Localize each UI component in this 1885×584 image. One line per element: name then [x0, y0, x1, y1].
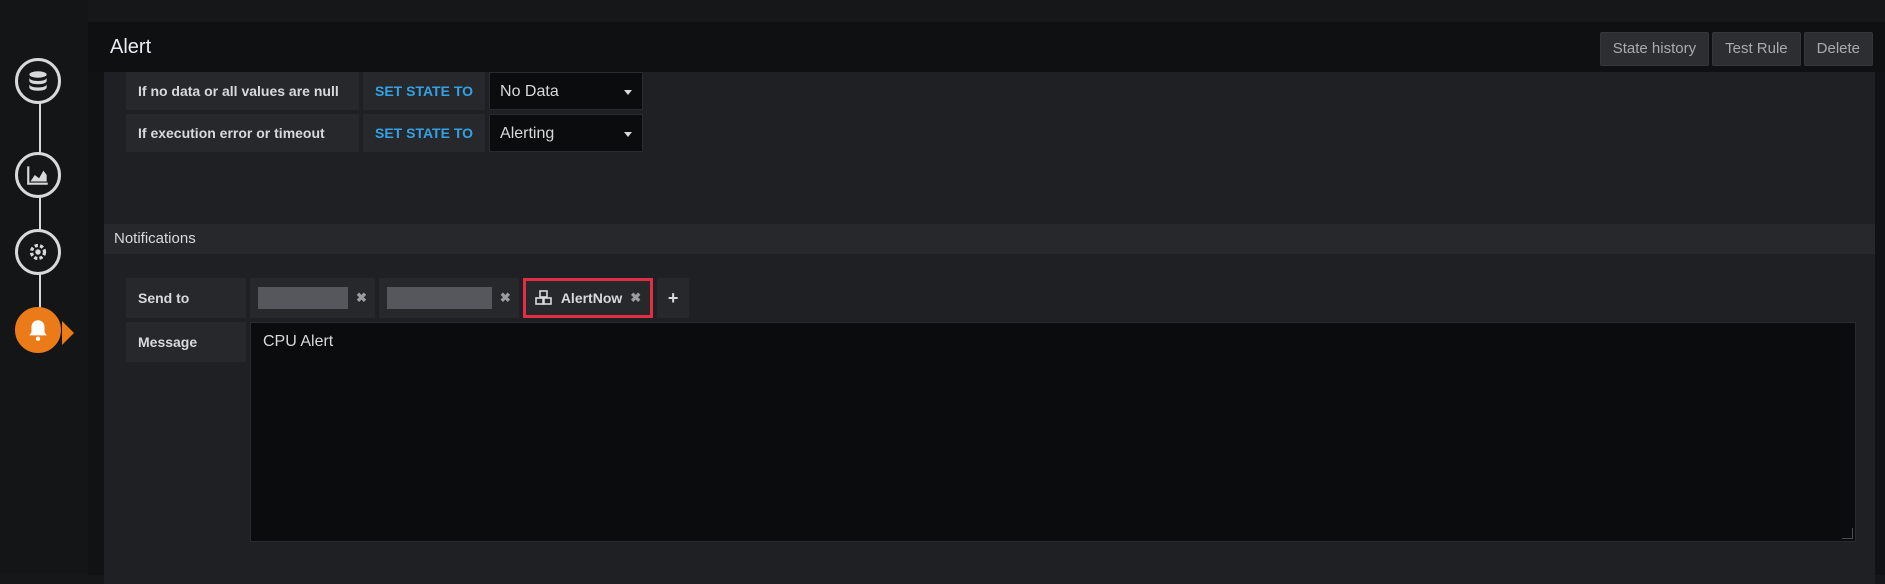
- area-chart-icon[interactable]: [15, 152, 61, 198]
- send-to-row: Send to ✖ ✖ AlertNow ✖ +: [126, 278, 690, 318]
- channel-tag[interactable]: ✖: [250, 278, 375, 318]
- no-data-state-select[interactable]: No Data: [489, 72, 644, 110]
- channel-tag-alertnow[interactable]: AlertNow ✖: [522, 278, 654, 318]
- step-rail: [0, 0, 88, 575]
- state-history-button[interactable]: State history: [1599, 32, 1710, 66]
- message-text: CPU Alert: [263, 333, 334, 350]
- cubes-icon: [535, 290, 552, 305]
- redacted-channel-name: [258, 287, 348, 309]
- set-state-keyword: SET STATE TO: [363, 114, 486, 152]
- main-area: Alert State history Test Rule Delete If …: [88, 22, 1885, 584]
- notifications-panel: Notifications Send to ✖ ✖ AlertNow ✖ + M…: [104, 224, 1875, 584]
- resize-handle[interactable]: [1842, 528, 1853, 539]
- header-bar: Alert State history Test Rule Delete: [88, 22, 1885, 72]
- remove-icon[interactable]: ✖: [356, 290, 367, 306]
- delete-button[interactable]: Delete: [1803, 32, 1873, 66]
- caret-down-icon: [624, 132, 633, 137]
- message-textarea[interactable]: CPU Alert: [250, 322, 1856, 542]
- database-icon[interactable]: [15, 58, 61, 104]
- no-data-state-value: No Data: [500, 83, 559, 100]
- message-row: Message CPU Alert: [126, 322, 1856, 542]
- page-title: Alert: [110, 36, 152, 58]
- no-data-condition: If no data or all values are null: [126, 72, 359, 110]
- channel-tag[interactable]: ✖: [378, 278, 519, 318]
- header-toolbar: State history Test Rule Delete: [1599, 32, 1873, 66]
- error-condition: If execution error or timeout: [126, 114, 359, 152]
- message-label: Message: [126, 322, 246, 362]
- cogs-icon[interactable]: [15, 229, 61, 275]
- redacted-channel-name: [386, 287, 492, 309]
- no-data-panel: If no data or all values are null SET ST…: [104, 72, 1875, 234]
- set-state-keyword: SET STATE TO: [363, 72, 486, 110]
- error-state-value: Alerting: [500, 125, 555, 142]
- bell-icon[interactable]: [15, 307, 61, 353]
- caret-down-icon: [624, 90, 633, 95]
- add-channel-button[interactable]: +: [657, 278, 690, 318]
- remove-icon[interactable]: ✖: [500, 290, 511, 306]
- active-step-pointer: [62, 321, 74, 345]
- no-data-row: If no data or all values are null SET ST…: [126, 72, 644, 110]
- send-to-label: Send to: [126, 278, 246, 318]
- rail-connector: [39, 98, 41, 330]
- notifications-title: Notifications: [104, 224, 1875, 254]
- error-state-select[interactable]: Alerting: [489, 114, 644, 152]
- channel-name: AlertNow: [560, 290, 623, 306]
- test-rule-button[interactable]: Test Rule: [1712, 32, 1801, 66]
- error-row: If execution error or timeout SET STATE …: [126, 114, 644, 152]
- remove-icon[interactable]: ✖: [630, 290, 641, 306]
